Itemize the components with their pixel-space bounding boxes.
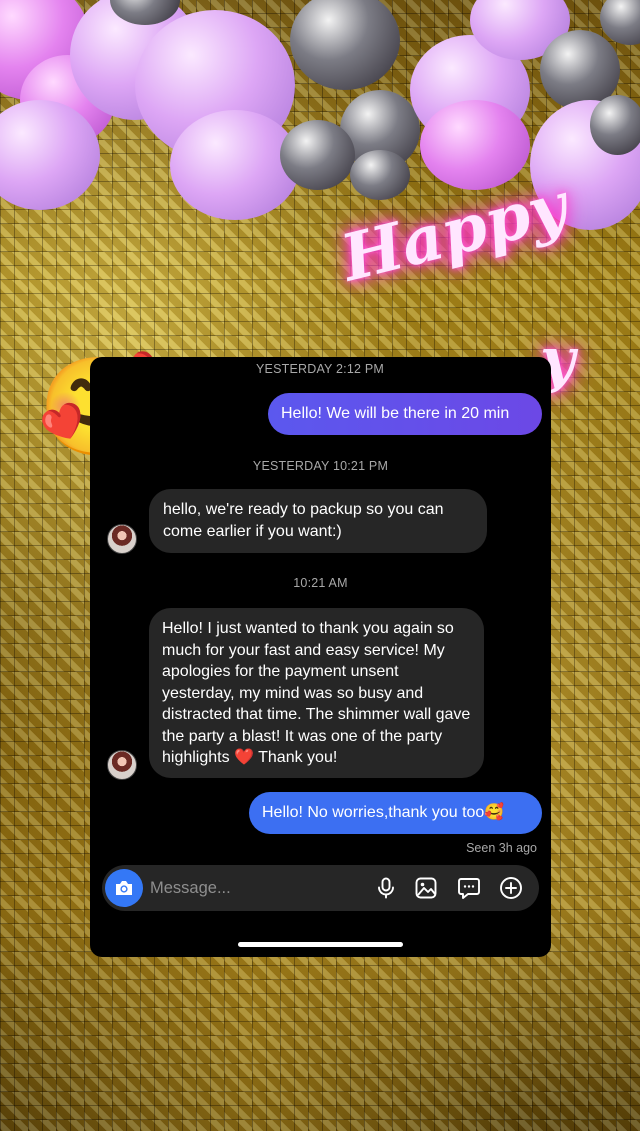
- incoming-message[interactable]: hello, we're ready to packup so you can …: [149, 489, 487, 553]
- balloon: [280, 120, 355, 190]
- balloon: [590, 95, 640, 155]
- balloon: [350, 150, 410, 200]
- avatar[interactable]: [107, 524, 137, 554]
- balloon: [170, 110, 300, 220]
- outgoing-message[interactable]: Hello! No worries,thank you too🥰: [249, 792, 542, 834]
- message-input[interactable]: [150, 865, 360, 911]
- incoming-message[interactable]: Hello! I just wanted to thank you again …: [149, 608, 484, 778]
- avatar[interactable]: [107, 750, 137, 780]
- sticker-icon[interactable]: [457, 876, 481, 900]
- home-indicator[interactable]: [238, 942, 403, 947]
- microphone-icon[interactable]: [374, 876, 398, 900]
- timestamp: 10:21 AM: [293, 576, 348, 590]
- chat-thread: YESTERDAY 2:12 PM Hello! We will be ther…: [90, 357, 551, 957]
- camera-button[interactable]: [105, 869, 143, 907]
- timestamp: YESTERDAY 10:21 PM: [252, 459, 389, 473]
- seen-status: Seen 3h ago: [466, 841, 537, 855]
- outgoing-message[interactable]: Hello! We will be there in 20 min: [268, 393, 542, 435]
- camera-icon: [116, 881, 132, 895]
- balloon: [420, 100, 530, 190]
- timestamp: YESTERDAY 2:12 PM: [256, 362, 384, 376]
- add-icon[interactable]: [499, 876, 523, 900]
- gallery-icon[interactable]: [414, 876, 438, 900]
- message-composer: [102, 865, 539, 911]
